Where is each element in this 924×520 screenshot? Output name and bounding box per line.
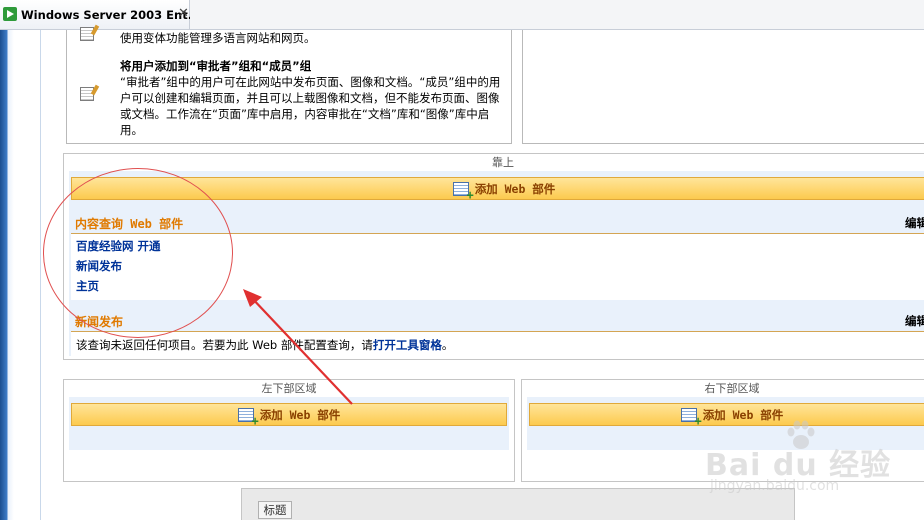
watermark-url: jingyan.baidu.com bbox=[710, 478, 840, 494]
baidu-jingyan-watermark: Bai du 经验 jingyan.baidu.com bbox=[705, 420, 905, 510]
paw-icon bbox=[787, 420, 815, 449]
screenshot: Windows Server 2003 Ent... ✕ 使用变体功能管理多语言… bbox=[0, 0, 924, 520]
